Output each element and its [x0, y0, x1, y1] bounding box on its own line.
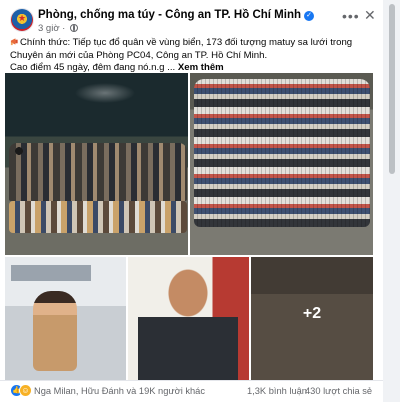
page-avatar[interactable]: ★ — [11, 9, 33, 31]
more-horizontal-icon[interactable]: ••• — [342, 9, 360, 23]
photo-4[interactable] — [128, 257, 249, 380]
see-more-link[interactable]: Xem thêm — [178, 62, 224, 73]
page-name-link[interactable]: Phòng, chống ma túy - Công an TP. Hồ Chí… — [38, 9, 314, 21]
page-name-text[interactable]: Phòng, chống ma túy - Công an TP. Hồ Chí… — [38, 9, 301, 21]
post-text-line2: Cao điểm 45 ngày, đêm đang nó.n.g ... — [10, 62, 176, 74]
more-photos-count[interactable]: +2 — [251, 305, 373, 323]
photo-1-crowd-front — [9, 201, 187, 233]
post-meta: 3 giờ · — [38, 23, 78, 34]
haha-reaction-icon: ☺ — [20, 385, 31, 396]
scrollbar-thumb[interactable] — [389, 4, 395, 174]
close-icon[interactable]: ✕ — [364, 8, 376, 22]
post-footer: 👍 ☺ Nga Milan, Hữu Đánh và 19K người khá… — [0, 380, 383, 402]
star-icon: ★ — [18, 13, 27, 23]
globe-icon — [70, 24, 78, 32]
photo-3[interactable] — [5, 257, 126, 380]
photo-2-crowd — [194, 79, 370, 227]
post-card: ★ Phòng, chống ma túy - Công an TP. Hồ C… — [0, 0, 383, 402]
verified-badge-icon: ✓ — [304, 11, 314, 21]
megaphone-emoji-icon — [10, 38, 18, 46]
photo-1[interactable] — [5, 73, 188, 255]
post-time[interactable]: 3 giờ — [38, 23, 60, 34]
photo-4-person — [138, 265, 238, 380]
post-header: ★ Phòng, chống ma túy - Công an TP. Hồ C… — [0, 0, 383, 34]
reactions-summary[interactable]: Nga Milan, Hữu Đánh và 19K người khác — [34, 386, 205, 396]
photo-grid: +2 — [5, 73, 373, 380]
photo-5-more[interactable]: +2 — [251, 257, 373, 380]
post-body-text: Chính thức: Tiếp tục đổ quân về vùng biể… — [10, 37, 376, 75]
photo-3-shelf — [11, 265, 91, 281]
post-text-lead: Chính thức: Tiếp tục đổ quân về vùng biể… — [10, 37, 353, 61]
photo-1-crowd-back — [9, 143, 187, 201]
photo-3-person — [33, 291, 77, 371]
comments-count[interactable]: 1,3K bình luận — [247, 386, 307, 396]
photo-2[interactable] — [190, 73, 373, 255]
shares-count[interactable]: 430 lượt chia sẻ — [305, 386, 372, 396]
